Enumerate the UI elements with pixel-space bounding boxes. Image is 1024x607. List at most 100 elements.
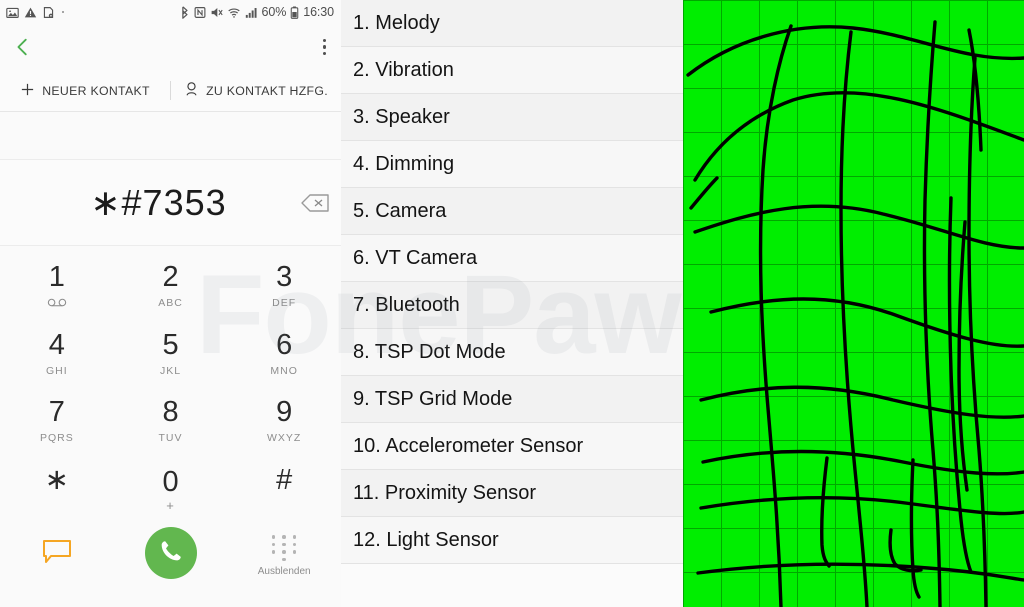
dialpad-key-6[interactable]: 6 MNO xyxy=(227,320,341,388)
menu-item-tsp-grid-mode[interactable]: 9. TSP Grid Mode xyxy=(341,376,683,423)
key-digit: 4 xyxy=(48,328,65,361)
key-digit: 8 xyxy=(162,396,179,429)
menu-item-light-sensor[interactable]: 12. Light Sensor xyxy=(341,517,683,564)
clock-label: 16:30 xyxy=(303,5,334,19)
dialpad-key-8[interactable]: 8 TUV xyxy=(114,388,228,456)
touch-stroke xyxy=(888,528,923,573)
menu-item-dimming[interactable]: 4. Dimming xyxy=(341,141,683,188)
signal-icon xyxy=(245,6,258,19)
key-letters: + xyxy=(166,498,175,514)
plus-icon xyxy=(20,82,35,100)
key-digit: 6 xyxy=(276,328,293,361)
hide-keypad-label: Ausblenden xyxy=(257,566,311,577)
tsp-grid-mode-panel[interactable] xyxy=(683,0,1024,607)
backspace-icon[interactable] xyxy=(289,193,341,213)
keypad-dots-icon xyxy=(271,535,297,561)
dialpad-key-4[interactable]: 4 GHI xyxy=(0,320,114,388)
dialpad-key-star[interactable]: ∗ xyxy=(0,455,114,523)
key-digit: 2 xyxy=(162,260,179,293)
person-search-icon xyxy=(184,81,199,100)
touch-stroke xyxy=(693,204,1024,250)
dialpad-key-5[interactable]: 5 JKL xyxy=(114,320,228,388)
dialpad-key-7[interactable]: 7 PQRS xyxy=(0,388,114,456)
dialpad-key-1[interactable]: 1 xyxy=(0,252,114,320)
menu-item-proximity-sensor[interactable]: 11. Proximity Sensor xyxy=(341,470,683,517)
call-button[interactable] xyxy=(144,527,197,579)
touch-stroke xyxy=(709,297,1024,348)
key-letters: TUV xyxy=(158,432,183,445)
key-digit: # xyxy=(276,464,293,497)
key-letters: WXYZ xyxy=(267,432,302,445)
menu-item-vibration[interactable]: 2. Vibration xyxy=(341,47,683,94)
key-letters: DEF xyxy=(272,296,297,309)
phone-call-icon xyxy=(158,538,184,569)
dialpad-key-0[interactable]: 0 + xyxy=(114,455,228,523)
menu-item-vt-camera[interactable]: 6. VT Camera xyxy=(341,235,683,282)
touch-stroke xyxy=(699,495,1024,516)
menu-item-camera[interactable]: 5. Camera xyxy=(341,188,683,235)
menu-item-speaker[interactable]: 3. Speaker xyxy=(341,94,683,141)
touch-trace-strokes xyxy=(686,20,1024,607)
key-digit: 3 xyxy=(276,260,293,293)
new-contact-label: NEUER KONTAKT xyxy=(42,83,150,98)
touch-stroke xyxy=(696,562,1024,582)
nfc-icon xyxy=(194,6,206,19)
key-letters: MNO xyxy=(270,364,298,377)
mute-icon xyxy=(210,6,223,19)
dialpad-row: 7 PQRS 8 TUV 9 WXYZ xyxy=(0,388,341,456)
dialpad-key-hash[interactable]: # xyxy=(227,455,341,523)
overflow-menu-icon[interactable] xyxy=(322,38,330,56)
call-button-cell xyxy=(114,527,228,579)
add-to-contact-label: ZU KONTAKT HZFG. xyxy=(206,83,328,98)
key-digit: 7 xyxy=(48,396,65,429)
status-bar-left-icons xyxy=(6,6,64,19)
menu-item-tsp-dot-mode[interactable]: 8. TSP Dot Mode xyxy=(341,329,683,376)
dialer-bottom-bar: Ausblenden xyxy=(0,523,341,607)
phone-dialer-panel: 60% 16:30 NEUER KONTAKT ZU KONTAKT HZFG.… xyxy=(0,0,341,607)
key-letters: GHI xyxy=(46,364,68,377)
key-letters: JKL xyxy=(159,364,182,377)
key-digit: ∗ xyxy=(44,464,69,497)
status-bar: 60% 16:30 xyxy=(0,0,341,24)
app-bar xyxy=(0,24,341,70)
dialpad-key-9[interactable]: 9 WXYZ xyxy=(227,388,341,456)
key-digit: 0 xyxy=(162,466,179,499)
more-dot-icon xyxy=(62,11,64,13)
bluetooth-icon xyxy=(179,5,190,19)
hide-keypad-button[interactable]: Ausblenden xyxy=(227,527,341,577)
touch-stroke xyxy=(967,56,988,607)
voicemail-icon xyxy=(47,296,67,308)
dialer-spacer xyxy=(0,112,341,159)
dialpad-row: 1 2 ABC 3 DEF xyxy=(0,252,341,320)
service-mode-menu-panel: 1. Melody 2. Vibration 3. Speaker 4. Dim… xyxy=(341,0,683,607)
dialed-number-display[interactable]: ∗#7353 xyxy=(0,182,289,224)
message-button[interactable] xyxy=(0,527,114,571)
touch-stroke xyxy=(693,91,1024,182)
dialpad-key-3[interactable]: 3 DEF xyxy=(227,252,341,320)
menu-item-bluetooth[interactable]: 7. Bluetooth xyxy=(341,282,683,329)
touch-stroke xyxy=(909,458,921,599)
key-digit: 5 xyxy=(162,328,179,361)
touch-stroke xyxy=(701,449,1024,476)
touch-stroke xyxy=(820,456,831,568)
new-contact-button[interactable]: NEUER KONTAKT xyxy=(0,82,170,100)
add-to-contact-button[interactable]: ZU KONTAKT HZFG. xyxy=(171,81,341,100)
contact-action-row: NEUER KONTAKT ZU KONTAKT HZFG. xyxy=(0,70,341,112)
key-digit: 1 xyxy=(48,261,65,294)
menu-empty-area xyxy=(341,564,683,607)
wifi-icon xyxy=(227,6,241,19)
dialpad-key-2[interactable]: 2 ABC xyxy=(114,252,228,320)
touch-stroke xyxy=(689,176,719,210)
message-bubble-icon xyxy=(42,527,72,571)
key-letters: PQRS xyxy=(39,432,74,445)
back-chevron-icon[interactable] xyxy=(10,34,36,60)
battery-percent-label: 60% xyxy=(261,5,287,19)
menu-item-accelerometer-sensor[interactable]: 10. Accelerometer Sensor xyxy=(341,423,683,470)
status-bar-right-icons: 60% 16:30 xyxy=(179,5,334,19)
touch-stroke xyxy=(957,220,969,492)
dialpad-row: ∗ 0 + # xyxy=(0,455,341,523)
menu-item-melody[interactable]: 1. Melody xyxy=(341,0,683,47)
screenshot-root: 60% 16:30 NEUER KONTAKT ZU KONTAKT HZFG.… xyxy=(0,0,1024,607)
dialpad: 1 2 ABC 3 DEF 4 GHI 5 JKL 6 MNO 7 PQRS 8… xyxy=(0,246,341,523)
screenshot-file-icon xyxy=(42,6,55,19)
